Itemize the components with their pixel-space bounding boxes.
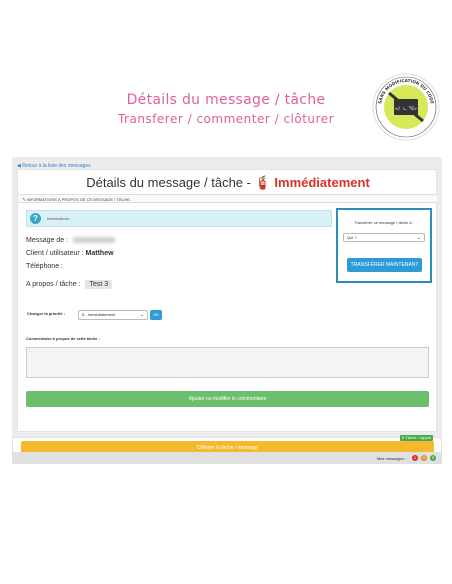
transfer-panel: Transférer ce message / tâche à : Qui ? … xyxy=(336,208,432,283)
section-title: INFORMATIONS À PROPOS DE CE MESSAGE / TÂ… xyxy=(26,197,132,202)
no-code-badge-icon: </ CODE> SANS MODIFICATION DU CODE xyxy=(372,73,440,141)
message-card: Détails du message / tâche - 🧯 Immédiate… xyxy=(17,169,437,432)
add-comment-button[interactable]: Ajouter ou modifier le commentaire xyxy=(26,391,429,407)
message-from-field: Message de : xyxy=(26,237,115,244)
my-messages-label: Mes messages : xyxy=(376,456,406,461)
phone-field: Téléphone : xyxy=(26,263,63,270)
count-badge-red[interactable]: 1 xyxy=(412,455,418,461)
fire-extinguisher-icon: 🧯 xyxy=(254,175,271,190)
transfer-select[interactable]: Qui ? ⌄ xyxy=(343,233,425,242)
priority-select-value: 5 - Immédiatement xyxy=(82,312,116,317)
message-from-redacted xyxy=(72,237,115,244)
transfer-label: Transférer ce message / tâche à : xyxy=(354,220,414,225)
comment-textarea[interactable] xyxy=(26,347,429,378)
footer-bar: Mes messages : 1 0 0 xyxy=(12,452,442,464)
about-label: A propos / tâche : xyxy=(26,281,81,288)
count-badge-green[interactable]: 0 xyxy=(430,455,436,461)
section-header: ↰ INFORMATIONS À PROPOS DE CE MESSAGE / … xyxy=(18,194,437,203)
comment-label: Commentaire à propos de cette tâche : xyxy=(26,336,100,341)
priority-urgent-label: Immédiatement xyxy=(274,175,370,190)
priority-change-label: Changer la priorité : xyxy=(27,311,66,316)
chevron-down-icon: ⌄ xyxy=(416,235,421,241)
client-field: Client / utilisateur : Matthew xyxy=(26,250,114,257)
task-reminder-tag[interactable]: 6 Tâche / rappel xyxy=(400,435,433,441)
page-title-text: Détails du message / tâche - xyxy=(86,175,251,190)
chevron-down-icon: ⌄ xyxy=(139,312,144,318)
reply-icon: ↰ xyxy=(22,197,26,202)
question-icon: ? xyxy=(30,213,41,224)
about-field: A propos / tâche : Test 3 xyxy=(26,280,113,289)
client-label: Client / utilisateur : xyxy=(26,250,84,257)
info-label: Informations : xyxy=(47,216,72,221)
ok-button[interactable]: OK xyxy=(150,310,162,320)
page-title: Détails du message / tâche - 🧯 Immédiate… xyxy=(18,175,438,191)
transfer-now-button[interactable]: TRANSFÉRER MAINTENANT xyxy=(347,258,422,272)
info-box: ? Informations : xyxy=(26,210,332,227)
transfer-select-value: Qui ? xyxy=(347,235,357,240)
about-value: Test 3 xyxy=(85,280,113,289)
client-value: Matthew xyxy=(85,250,114,257)
phone-label: Téléphone : xyxy=(26,263,63,270)
priority-select[interactable]: 5 - Immédiatement ⌄ xyxy=(78,310,148,320)
app-window: ◀ Retour à la liste des messages Détails… xyxy=(12,157,442,463)
message-from-label: Message de : xyxy=(26,237,69,244)
count-badge-orange[interactable]: 0 xyxy=(421,455,427,461)
